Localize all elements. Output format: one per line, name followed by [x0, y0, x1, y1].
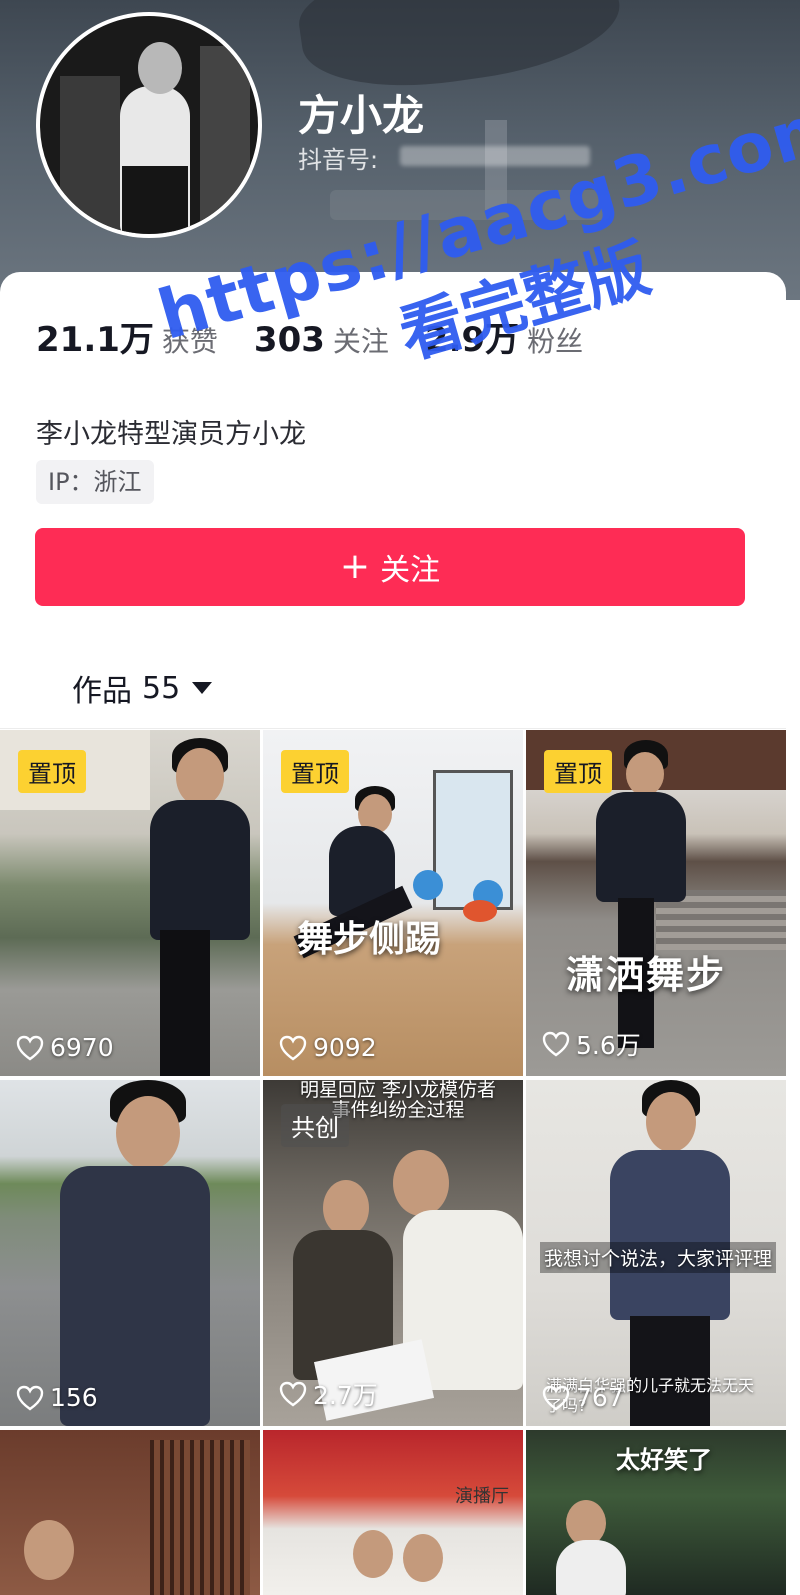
- person-head: [116, 1096, 180, 1170]
- stat-followers[interactable]: 2.9万 粉丝: [425, 312, 583, 361]
- video-tile[interactable]: 置顶 6970: [0, 730, 260, 1076]
- person-head: [393, 1150, 449, 1216]
- carved-screen: [150, 1440, 250, 1595]
- stat-following-value: 303: [253, 320, 325, 360]
- person-body: [610, 1150, 730, 1320]
- like-count: 5.6万: [542, 1026, 641, 1062]
- douyin-id-label: 抖音号:: [298, 146, 379, 174]
- avatar-bg-door: [60, 76, 120, 234]
- works-tab-selector[interactable]: 作品 55: [72, 666, 213, 710]
- heart-icon: [542, 1031, 570, 1057]
- person-body: [556, 1540, 626, 1595]
- stat-likes[interactable]: 21.1万 获赞: [36, 312, 218, 361]
- like-count-value: 9092: [313, 1033, 377, 1062]
- pinned-badge: 置顶: [544, 750, 612, 793]
- person-body: [150, 800, 250, 940]
- stat-following[interactable]: 303 关注: [254, 320, 389, 360]
- person-head: [24, 1520, 74, 1580]
- ip-location-badge: IP：浙江: [36, 460, 154, 504]
- follow-button[interactable]: + 关注: [35, 528, 745, 606]
- video-tile[interactable]: 太好笑了: [526, 1430, 786, 1595]
- heart-icon: [16, 1035, 44, 1060]
- video-tile[interactable]: 156: [0, 1080, 260, 1426]
- avatar[interactable]: [36, 12, 262, 238]
- like-count: 9092: [279, 1033, 377, 1062]
- video-caption: 潇洒舞步: [566, 953, 727, 997]
- like-count: 156: [16, 1383, 98, 1412]
- like-count-value: 2.7万: [313, 1381, 378, 1410]
- avatar-figure-head: [138, 42, 182, 94]
- stat-following-label: 关注: [332, 325, 389, 358]
- avatar-bg-door-2: [200, 46, 250, 234]
- plus-icon: +: [339, 546, 371, 587]
- stat-likes-label: 获赞: [161, 325, 218, 358]
- person-head: [403, 1534, 443, 1582]
- pinned-badge: 置顶: [281, 750, 349, 793]
- video-tile[interactable]: 我想讨个说法，大家评评理 满满白华强的儿子就无法无天 了吗? 767: [526, 1080, 786, 1426]
- caret-down-icon: [192, 682, 213, 694]
- heart-icon: [16, 1385, 44, 1410]
- person-leg: [160, 930, 210, 1076]
- follow-button-label: 关注: [380, 553, 441, 588]
- like-count-value: 5.6万: [576, 1031, 641, 1060]
- works-count: 55: [142, 670, 181, 706]
- gym-ball: [413, 870, 443, 900]
- venue-sign: 演播厅: [455, 1486, 509, 1507]
- stat-followers-label: 粉丝: [527, 325, 584, 358]
- heart-icon: [279, 1381, 307, 1407]
- pinned-badge: 置顶: [18, 750, 86, 793]
- tab-divider: [0, 728, 786, 729]
- person-head: [176, 748, 224, 806]
- video-caption: 舞步侧踢: [297, 919, 442, 960]
- person-head: [626, 752, 664, 796]
- works-tab-label: 作品: [72, 674, 132, 709]
- video-tile[interactable]: 置顶 舞步侧踢 9092: [263, 730, 523, 1076]
- video-tile[interactable]: 置顶 潇洒舞步 5.6万: [526, 730, 786, 1076]
- stat-likes-value: 21.1万: [36, 320, 154, 360]
- like-count: 767: [542, 1383, 624, 1412]
- person-body: [596, 792, 686, 902]
- video-tile[interactable]: [0, 1430, 260, 1595]
- video-tile[interactable]: 明星回应 李小龙模仿者 事件纠纷全过程 共创 2.7万: [263, 1080, 523, 1426]
- profile-bio: 李小龙特型演员方小龙: [36, 419, 306, 450]
- person-head: [646, 1092, 696, 1152]
- heart-icon: [279, 1035, 307, 1060]
- gym-ball: [463, 900, 497, 922]
- person-head: [323, 1180, 369, 1236]
- like-count-value: 767: [576, 1383, 624, 1412]
- cocreate-badge: 共创: [281, 1104, 349, 1147]
- profile-name: 方小龙: [298, 91, 425, 140]
- video-caption: 我想讨个说法，大家评评理: [540, 1242, 777, 1273]
- person-head: [353, 1530, 393, 1578]
- avatar-figure-pants: [122, 166, 188, 234]
- like-count-value: 156: [50, 1383, 98, 1412]
- banner-city: [330, 190, 610, 220]
- like-count: 2.7万: [279, 1376, 378, 1412]
- video-caption: 太好笑了: [616, 1446, 712, 1474]
- like-count-value: 6970: [50, 1033, 114, 1062]
- stat-followers-value: 2.9万: [424, 320, 520, 360]
- heart-icon: [542, 1385, 570, 1410]
- douyin-id-redacted: [400, 146, 590, 166]
- profile-stats: 21.1万 获赞 303 关注 2.9万 粉丝: [36, 312, 619, 362]
- like-count: 6970: [16, 1033, 114, 1062]
- video-tile[interactable]: 演播厅: [263, 1430, 523, 1595]
